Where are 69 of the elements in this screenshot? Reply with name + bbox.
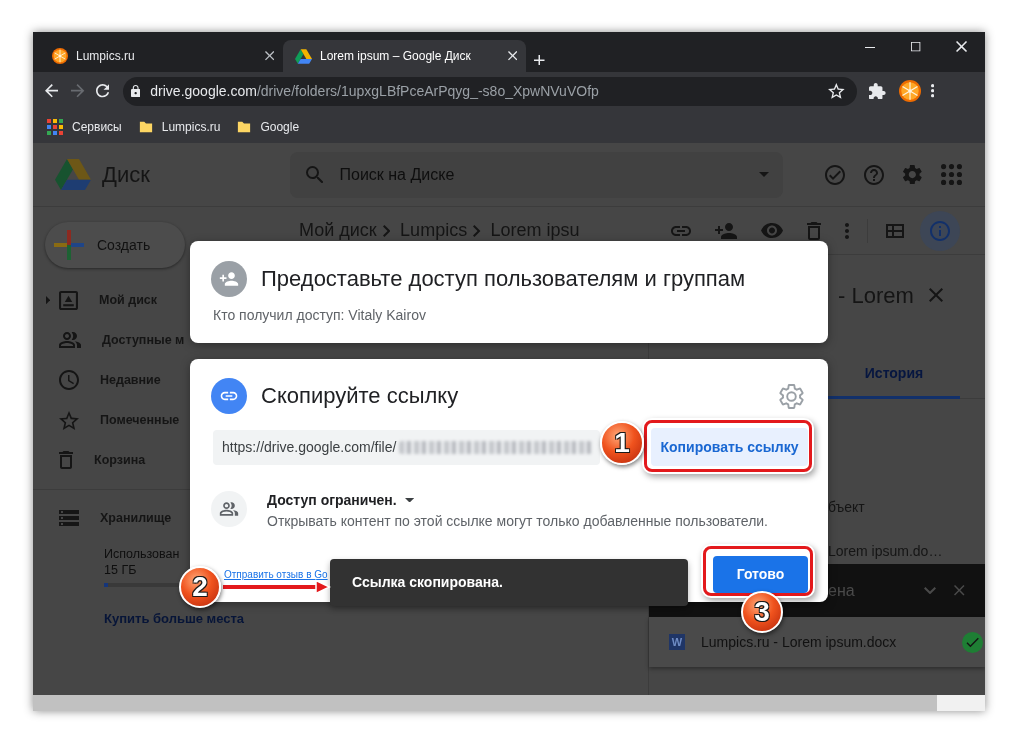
- star-icon[interactable]: [827, 83, 845, 99]
- citrus-slice-icon: [52, 48, 68, 64]
- file-name: Lumpics.ru - Lorem ipsum.docx: [701, 632, 897, 652]
- info-button[interactable]: [920, 210, 960, 251]
- profile-avatar-icon[interactable]: [898, 80, 921, 102]
- maximize-icon[interactable]: [911, 42, 921, 52]
- feedback-link[interactable]: Отправить отзыв в Go: [224, 567, 328, 582]
- close-icon[interactable]: [956, 41, 968, 53]
- clock-icon: [59, 370, 79, 390]
- close-icon[interactable]: [507, 51, 517, 61]
- puzzle-icon[interactable]: [868, 82, 886, 100]
- bookmark-link[interactable]: Google: [237, 117, 300, 136]
- lock-icon: [130, 84, 141, 98]
- bookmark-link[interactable]: Сервисы: [47, 117, 122, 136]
- expand-caret-icon[interactable]: [45, 295, 51, 305]
- snackbar: Ссылка скопирована.: [330, 559, 688, 606]
- triangle-logo-icon: [55, 159, 91, 190]
- settings-icon[interactable]: [903, 164, 922, 185]
- close-icon[interactable]: [264, 51, 274, 61]
- dialog-subtitle: Кто получил доступ: Vitaly Kairov: [213, 306, 426, 324]
- chevron-down-icon[interactable]: [924, 586, 936, 595]
- create-button[interactable]: Создать: [45, 222, 185, 268]
- access-dropdown[interactable]: Доступ ограничен.: [267, 491, 414, 509]
- settings-icon[interactable]: [779, 383, 804, 409]
- grid-view-icon[interactable]: [886, 223, 904, 238]
- storage-icon: [59, 510, 79, 526]
- caret-down-icon[interactable]: [759, 172, 769, 177]
- storage-total-text: 15 ГБ: [104, 562, 137, 578]
- access-description: Открывать контент по этой ссылке могут только добавленные пользователи.: [267, 512, 768, 530]
- person-add-icon: [211, 261, 247, 297]
- link-icon[interactable]: [671, 225, 691, 236]
- info-icon: [930, 220, 950, 241]
- trash-icon: [59, 451, 73, 469]
- minimize-icon[interactable]: [864, 46, 876, 48]
- plus-icon: [54, 230, 84, 260]
- people-icon: [211, 491, 247, 527]
- folder-icon[interactable]: [237, 119, 252, 134]
- apps-grid-icon[interactable]: [47, 118, 63, 135]
- dialog-title: Предоставьте доступ пользователям и группам: [261, 265, 746, 293]
- eye-icon[interactable]: [761, 223, 783, 238]
- person-add-icon[interactable]: [715, 222, 737, 239]
- browser-tab[interactable]: Lorem ipsum – Google Диск: [283, 40, 526, 72]
- chevron-right-icon: [382, 224, 391, 237]
- search-icon: [306, 165, 324, 184]
- chevron-right-icon: [473, 224, 481, 237]
- dialog-title: Скопируйте ссылку: [261, 382, 459, 410]
- more-options-icon[interactable]: [930, 84, 934, 98]
- file-type-badge: W: [669, 634, 685, 650]
- buy-storage-link[interactable]: Купить больше места: [104, 611, 245, 627]
- trash-icon[interactable]: [807, 221, 821, 240]
- address-bar[interactable]: drive.google.com/drive/folders/1upxgLBfPceArPqyg_-s8o_XpwNVuVOfp: [122, 76, 857, 106]
- help-icon[interactable]: [864, 164, 885, 185]
- new-tab-icon[interactable]: [534, 54, 545, 65]
- people-icon: [59, 332, 81, 348]
- copy-link-button[interactable]: Копировать ссылку: [651, 428, 808, 466]
- bookmark-link[interactable]: Lumpics.ru: [138, 117, 221, 136]
- reload-icon[interactable]: [95, 84, 109, 98]
- done-button[interactable]: Готово: [713, 556, 808, 593]
- folder-icon[interactable]: [138, 119, 153, 134]
- caret-down-icon: [404, 497, 414, 503]
- star-icon: [59, 410, 79, 430]
- upload-panel-title: ена: [828, 580, 855, 601]
- triangle-logo-icon: [295, 48, 312, 64]
- storage-used-text: Использован: [104, 546, 180, 562]
- back-arrow-icon[interactable]: [45, 84, 59, 98]
- drive-box-icon[interactable]: [59, 290, 78, 310]
- link-icon: [211, 378, 247, 414]
- browser-tab[interactable]: Lumpics.ru: [40, 40, 283, 72]
- link-field[interactable]: https://drive.google.com/file/: [213, 429, 600, 465]
